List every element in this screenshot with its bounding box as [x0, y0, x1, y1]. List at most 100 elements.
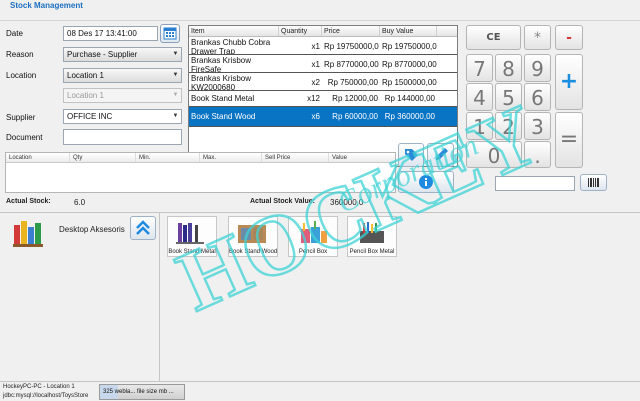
table-row[interactable]: Book Stand Metal x12 Rp 12000,00 Rp 1440…: [189, 91, 457, 107]
tag-button[interactable]: [398, 143, 424, 167]
key-5-button[interactable]: 5: [495, 83, 522, 111]
col-price[interactable]: Price: [322, 26, 380, 36]
equals-button[interactable]: =: [555, 112, 583, 168]
product-tile[interactable]: Book Stand Metal: [167, 216, 217, 257]
col-value[interactable]: Value: [329, 153, 395, 162]
barcode-input[interactable]: [495, 176, 575, 191]
products-panel: Book Stand Metal Book Stand Wood Pencil …: [160, 213, 640, 385]
category-image[interactable]: [12, 217, 48, 249]
table-row[interactable]: Brankas Krisbow KW2000680 x2 Rp 750000,0…: [189, 73, 457, 91]
chevron-down-icon: ▼: [172, 92, 179, 98]
actual-stock-value-amount: 360000.0: [330, 198, 364, 207]
location-select[interactable]: Location 1 ▼: [63, 68, 182, 83]
edit-button[interactable]: [427, 143, 454, 167]
cell-price: Rp 19750000,0: [324, 42, 379, 51]
cell-buy: Rp 360000,00: [384, 112, 435, 121]
table-row[interactable]: Brankas Chubb Cobra Drawer Trap x1 Rp 19…: [189, 37, 457, 55]
cell-item: Book Stand Metal: [191, 94, 255, 103]
location-value: Location 1: [67, 71, 104, 80]
memory-indicator[interactable]: 325 webla... file size mb ...: [99, 384, 185, 400]
actual-stock-value: 6.0: [74, 198, 86, 207]
product-tile[interactable]: Book Stand Wood: [228, 216, 278, 257]
col-min[interactable]: Min.: [136, 153, 200, 162]
cell-qty: x6: [311, 112, 320, 121]
clear-entry-button[interactable]: CE: [466, 25, 521, 50]
product-name: Book Stand Metal: [168, 249, 216, 255]
location-destination-select[interactable]: Location 1 ▼: [63, 88, 182, 103]
cell-price: Rp 12000,00: [332, 94, 378, 103]
key-7-button[interactable]: 7: [466, 54, 493, 82]
product-name: Book Stand Wood: [229, 249, 278, 255]
col-item[interactable]: Item: [189, 26, 279, 36]
cell-qty: x1: [311, 42, 320, 51]
date-label: Date: [6, 29, 23, 38]
col-max[interactable]: Max.: [200, 153, 262, 162]
product-name: Pencil Box: [298, 249, 328, 255]
actual-stock-value-label: Actual Stock Value:: [250, 198, 315, 205]
key-9-button[interactable]: 9: [524, 54, 551, 82]
supplier-select[interactable]: OFFICE INC ▼: [63, 109, 182, 124]
status-bar: HockeyPC-PC - Location 1 jdbc:mysql://lo…: [0, 381, 640, 401]
reason-label: Reason: [6, 50, 34, 59]
product-name: Pencil Box Metal: [349, 249, 395, 255]
double-chevron-up-icon: [136, 220, 150, 235]
chevron-down-icon: ▼: [172, 72, 179, 78]
table-row-selected[interactable]: Book Stand Wood x6 Rp 60000,00 Rp 360000…: [189, 107, 457, 127]
category-up-button[interactable]: [130, 216, 156, 240]
pencil-icon: [436, 148, 448, 160]
supplier-label: Supplier: [6, 113, 36, 122]
document-label: Document: [6, 133, 43, 142]
key-4-button[interactable]: 4: [466, 83, 493, 111]
memory-label: 325 webla... file size mb ...: [103, 389, 174, 395]
document-field[interactable]: [63, 129, 182, 145]
product-tile[interactable]: Pencil Box Metal: [347, 216, 397, 257]
cell-price: Rp 750000,00: [327, 78, 378, 87]
key-1-button[interactable]: 1: [466, 112, 493, 140]
col-location[interactable]: Location: [6, 153, 70, 162]
col-qty[interactable]: Qty: [70, 153, 136, 162]
tag-icon: [405, 149, 418, 161]
key-3-button[interactable]: 3: [524, 112, 551, 140]
product-tile[interactable]: Pencil Box: [288, 216, 338, 257]
barcode-icon: [588, 178, 599, 187]
minus-button[interactable]: -: [555, 25, 583, 50]
reason-select[interactable]: Purchase - Supplier ▼: [63, 47, 182, 62]
col-quantity[interactable]: Quantity: [279, 26, 322, 36]
key-8-button[interactable]: 8: [495, 54, 522, 82]
date-field[interactable]: 08 Des 17 13:41:00: [63, 26, 158, 41]
chevron-down-icon: ▼: [172, 113, 179, 119]
location-label: Location: [6, 71, 37, 80]
multiply-button[interactable]: *: [524, 25, 551, 50]
cell-item: Brankas Chubb Cobra Drawer Trap: [191, 38, 271, 54]
status-host: HockeyPC-PC - Location 1: [3, 384, 75, 390]
cell-qty: x12: [307, 94, 320, 103]
cell-item: Book Stand Wood: [191, 112, 256, 121]
key-2-button[interactable]: 2: [495, 112, 522, 140]
barcode-button[interactable]: [580, 174, 607, 191]
calendar-button[interactable]: [160, 24, 180, 43]
cell-price: Rp 60000,00: [332, 112, 378, 121]
info-button[interactable]: [398, 171, 454, 193]
cell-item: Brankas Krisbow FireSafe: [191, 56, 252, 72]
cell-buy: Rp 144000,00: [384, 94, 435, 103]
supplier-value: OFFICE INC: [67, 112, 113, 121]
pencil-box-metal-image: [360, 222, 384, 243]
cell-qty: x1: [311, 60, 320, 69]
page-title: Stock Management: [10, 1, 83, 10]
stock-location-header: Location Qty Min. Max. Sell Price Value: [6, 153, 395, 163]
info-icon: [419, 175, 433, 189]
location2-value: Location 1: [67, 91, 104, 100]
pencil-box-image: [301, 221, 327, 243]
decimal-button[interactable]: .: [524, 141, 551, 168]
key-6-button[interactable]: 6: [524, 83, 551, 111]
col-sell-price[interactable]: Sell Price: [262, 153, 329, 162]
calendar-icon: [163, 27, 177, 40]
table-row[interactable]: Brankas Krisbow FireSafe x1 Rp 8770000,0…: [189, 55, 457, 73]
cell-buy: Rp 1500000,00: [382, 78, 437, 87]
actual-stock-label: Actual Stock:: [6, 198, 51, 205]
key-0-button[interactable]: 0: [466, 141, 522, 168]
plus-button[interactable]: +: [555, 54, 583, 110]
col-buy-value[interactable]: Buy Value: [380, 26, 437, 36]
status-connection: jdbc:mysql://localhost/ToysStore: [3, 393, 89, 399]
title-divider: [0, 20, 640, 21]
